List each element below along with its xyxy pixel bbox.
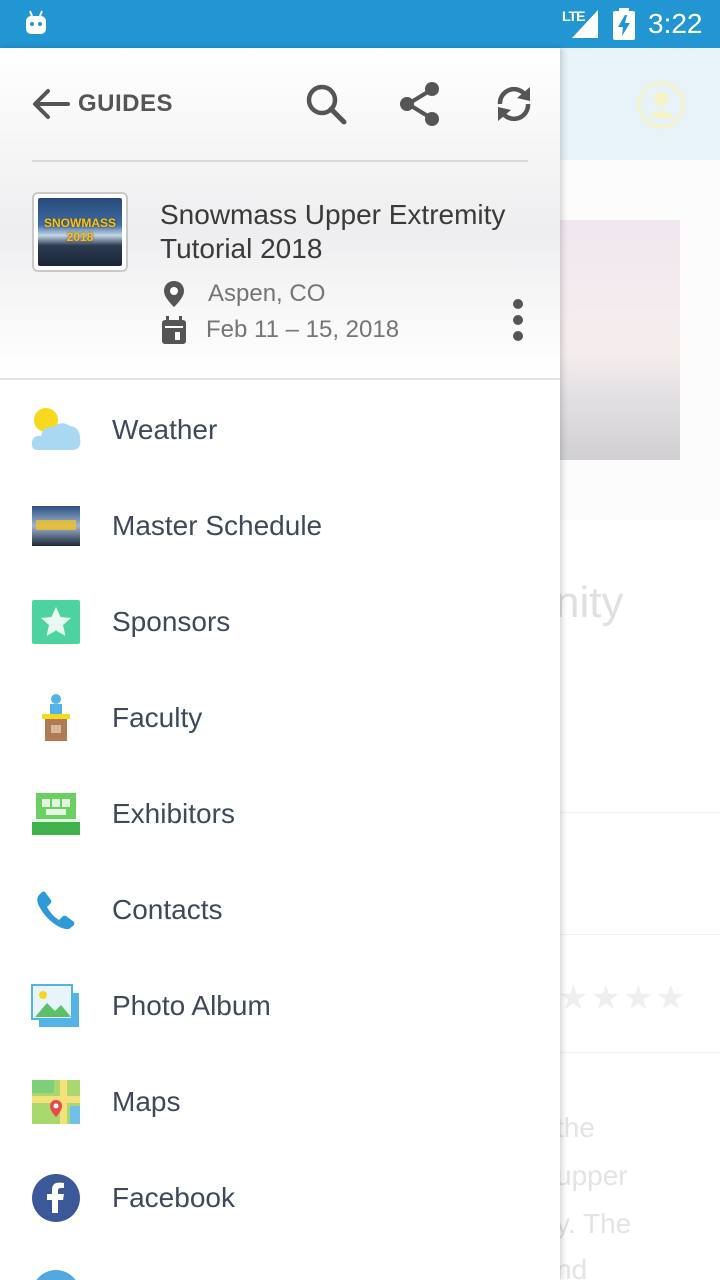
weather-icon bbox=[31, 408, 81, 450]
menu-item-photo-album[interactable]: Photo Album bbox=[0, 958, 560, 1054]
thumbnail-text: SNOWMASS bbox=[44, 216, 116, 230]
calendar-icon bbox=[162, 316, 186, 344]
event-title: Snowmass Upper Extremity Tutorial 2018 bbox=[160, 199, 506, 264]
menu-label: Contacts bbox=[112, 894, 223, 925]
drawer-menu: Weather Master Schedule Sponsors Faculty… bbox=[0, 382, 560, 1280]
phone-icon bbox=[37, 891, 75, 930]
menu-item-sponsors[interactable]: Sponsors bbox=[0, 574, 560, 670]
menu-item-maps[interactable]: Maps bbox=[0, 1054, 560, 1150]
status-bar: LTE 3:22 bbox=[0, 0, 720, 48]
event-location: Aspen, CO bbox=[160, 278, 325, 310]
photo-icon bbox=[31, 984, 79, 1027]
menu-label: Weather bbox=[112, 414, 218, 445]
search-button[interactable] bbox=[302, 80, 350, 128]
network-type: LTE bbox=[562, 8, 585, 24]
share-button[interactable] bbox=[396, 80, 444, 128]
menu-label: Photo Album bbox=[112, 990, 271, 1021]
menu-item-contacts[interactable]: Contacts bbox=[0, 862, 560, 958]
back-to-guides-button[interactable]: GUIDES bbox=[28, 84, 173, 124]
arrow-back-icon bbox=[33, 89, 70, 119]
clock: 3:22 bbox=[648, 8, 703, 39]
map-icon bbox=[32, 1080, 80, 1124]
menu-item-faculty[interactable]: Faculty bbox=[0, 670, 560, 766]
navigation-drawer: GUIDES SNOWMASS 2018 Snowmass Upper Extr… bbox=[0, 48, 560, 1280]
menu-item-exhibitors[interactable]: Exhibitors bbox=[0, 766, 560, 862]
event-dates: Feb 11 – 15, 2018 bbox=[160, 314, 399, 346]
android-notification-icon bbox=[26, 10, 46, 34]
location-pin-icon bbox=[164, 281, 184, 307]
event-location-text: Aspen, CO bbox=[208, 280, 326, 307]
menu-item-weather[interactable]: Weather bbox=[0, 382, 560, 478]
menu-label: Faculty bbox=[112, 702, 203, 733]
header-divider bbox=[32, 160, 528, 162]
event-thumbnail-image: SNOWMASS 2018 bbox=[38, 198, 122, 266]
menu-label: Facebook bbox=[112, 1182, 235, 1213]
back-label: GUIDES bbox=[78, 90, 174, 117]
partial-menu-icon bbox=[36, 1270, 76, 1280]
battery-charging-icon bbox=[613, 8, 635, 40]
share-icon bbox=[400, 82, 439, 126]
search-icon bbox=[306, 84, 347, 125]
booth-icon bbox=[32, 793, 80, 835]
more-options-button[interactable] bbox=[500, 296, 536, 344]
more-vert-icon bbox=[513, 299, 523, 341]
menu-item-master-schedule[interactable]: Master Schedule bbox=[0, 478, 560, 574]
menu-item-facebook[interactable]: Facebook bbox=[0, 1150, 560, 1246]
menu-label: Sponsors bbox=[112, 606, 231, 637]
refresh-icon bbox=[497, 86, 531, 122]
menu-label: Maps bbox=[112, 1086, 181, 1117]
star-icon bbox=[32, 600, 80, 644]
menu-item-partial[interactable] bbox=[0, 1246, 560, 1280]
event-thumbnail[interactable]: SNOWMASS 2018 bbox=[32, 192, 128, 272]
refresh-button[interactable] bbox=[490, 80, 538, 128]
facebook-icon bbox=[32, 1174, 80, 1222]
thumbnail-year: 2018 bbox=[66, 230, 94, 244]
menu-label: Exhibitors bbox=[112, 798, 235, 829]
event-dates-text: Feb 11 – 15, 2018 bbox=[206, 316, 400, 343]
menu-label: Master Schedule bbox=[112, 510, 323, 541]
podium-icon bbox=[42, 694, 70, 741]
schedule-thumbnail-icon bbox=[32, 506, 80, 546]
drawer-header: GUIDES SNOWMASS 2018 Snowmass Upper Extr… bbox=[0, 48, 560, 380]
